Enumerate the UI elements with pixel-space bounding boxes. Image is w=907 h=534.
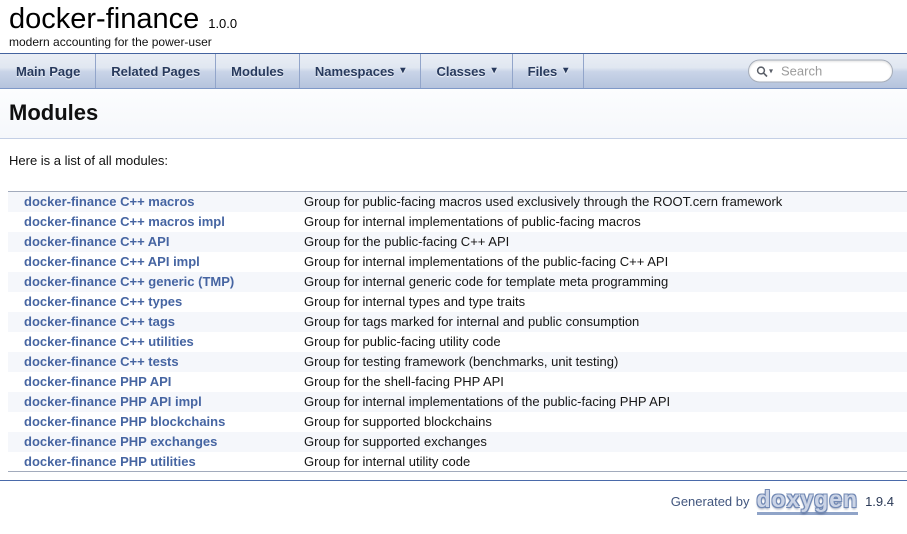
page-header: Modules: [0, 89, 907, 139]
modules-table-body: docker-finance C++ macros Group for publi…: [8, 192, 907, 472]
module-entry-cell: docker-finance PHP blockchains: [8, 412, 298, 432]
module-entry-cell: docker-finance C++ API impl: [8, 252, 298, 272]
tab-label: Related Pages: [111, 64, 200, 79]
module-description: Group for internal types and type traits: [298, 292, 907, 312]
module-entry-cell: docker-finance C++ macros: [8, 192, 298, 212]
title-area: docker-finance 1.0.0 modern accounting f…: [0, 0, 907, 53]
intro-text: Here is a list of all modules:: [9, 153, 907, 168]
module-entry-cell: docker-finance C++ tags: [8, 312, 298, 332]
project-version: 1.0.0: [208, 16, 237, 31]
tab-label: Files: [528, 64, 558, 79]
module-row: docker-finance C++ generic (TMP) Group fo…: [8, 272, 907, 292]
module-link[interactable]: docker-finance C++ generic (TMP): [24, 274, 234, 289]
module-entry-cell: docker-finance C++ utilities: [8, 332, 298, 352]
doxygen-logo[interactable]: doxygen: [757, 488, 859, 515]
module-row: docker-finance C++ utilities Group for pu…: [8, 332, 907, 352]
module-link[interactable]: docker-finance C++ utilities: [24, 334, 194, 349]
module-description: Group for internal implementations of pu…: [298, 212, 907, 232]
module-description: Group for internal implementations of th…: [298, 392, 907, 412]
chevron-down-icon: ▾: [400, 66, 405, 76]
module-description: Group for public-facing utility code: [298, 332, 907, 352]
tab-label: Main Page: [16, 64, 80, 79]
module-description: Group for public-facing macros used excl…: [298, 192, 907, 212]
module-entry-cell: docker-finance PHP utilities: [8, 452, 298, 472]
module-row: docker-finance PHP blockchains Group for …: [8, 412, 907, 432]
module-link[interactable]: docker-finance C++ types: [24, 294, 182, 309]
module-row: docker-finance PHP exchanges Group for su…: [8, 432, 907, 452]
page-title: Modules: [9, 100, 907, 126]
module-row: docker-finance C++ tests Group for testin…: [8, 352, 907, 372]
module-entry-cell: docker-finance C++ generic (TMP): [8, 272, 298, 292]
module-link[interactable]: docker-finance C++ macros impl: [24, 214, 225, 229]
module-description: Group for the shell-facing PHP API: [298, 372, 907, 392]
chevron-down-icon: ▾: [492, 66, 497, 76]
module-description: Group for testing framework (benchmarks,…: [298, 352, 907, 372]
project-brief: modern accounting for the power-user: [9, 35, 907, 51]
module-row: docker-finance PHP API impl Group for int…: [8, 392, 907, 412]
search-filter-chevron-icon[interactable]: ▾: [769, 67, 773, 76]
tab-namespaces[interactable]: Namespaces ▾: [300, 54, 422, 88]
module-entry-cell: docker-finance PHP exchanges: [8, 432, 298, 452]
tab-label: Modules: [231, 64, 284, 79]
module-row: docker-finance C++ API Group for the publ…: [8, 232, 907, 252]
module-link[interactable]: docker-finance C++ tags: [24, 314, 175, 329]
module-link[interactable]: docker-finance C++ tests: [24, 354, 179, 369]
module-link[interactable]: docker-finance PHP utilities: [24, 454, 196, 469]
module-link[interactable]: docker-finance PHP API: [24, 374, 171, 389]
module-link[interactable]: docker-finance C++ macros: [24, 194, 195, 209]
module-row: docker-finance C++ tags Group for tags ma…: [8, 312, 907, 332]
module-description: Group for supported blockchains: [298, 412, 907, 432]
module-link[interactable]: docker-finance PHP blockchains: [24, 414, 225, 429]
module-row: docker-finance PHP API Group for the shel…: [8, 372, 907, 392]
tab-related-pages[interactable]: Related Pages: [96, 54, 216, 88]
tab-modules[interactable]: Modules: [216, 54, 300, 88]
module-row: docker-finance C++ API impl Group for int…: [8, 252, 907, 272]
module-link[interactable]: docker-finance PHP API impl: [24, 394, 202, 409]
module-description: Group for internal utility code: [298, 452, 907, 472]
search-magnifier-icon[interactable]: ▾: [756, 65, 773, 77]
generated-by-text: Generated by: [671, 494, 750, 509]
module-description: Group for internal generic code for temp…: [298, 272, 907, 292]
module-row: docker-finance C++ macros impl Group for …: [8, 212, 907, 232]
module-link[interactable]: docker-finance C++ API: [24, 234, 169, 249]
module-link[interactable]: docker-finance PHP exchanges: [24, 434, 217, 449]
footer: Generated by doxygen 1.9.4: [0, 481, 907, 515]
tab-classes[interactable]: Classes ▾: [421, 54, 512, 88]
modules-table: docker-finance C++ macros Group for publi…: [8, 191, 907, 472]
search-box[interactable]: ▾: [748, 60, 893, 83]
generator-version: 1.9.4: [865, 494, 894, 509]
module-row: docker-finance C++ macros Group for publi…: [8, 192, 907, 212]
module-entry-cell: docker-finance C++ API: [8, 232, 298, 252]
tab-main-page[interactable]: Main Page: [0, 54, 96, 88]
module-entry-cell: docker-finance C++ macros impl: [8, 212, 298, 232]
module-row: docker-finance PHP utilities Group for in…: [8, 452, 907, 472]
tab-files[interactable]: Files ▾: [513, 54, 585, 88]
module-description: Group for the public-facing C++ API: [298, 232, 907, 252]
project-name: docker-finance: [9, 3, 199, 35]
tab-label: Classes: [436, 64, 485, 79]
module-entry-cell: docker-finance C++ tests: [8, 352, 298, 372]
nav-bar: Main Page Related Pages Modules Namespaces ▾…: [0, 53, 907, 89]
module-row: docker-finance C++ types Group for intern…: [8, 292, 907, 312]
tab-label: Namespaces: [315, 64, 395, 79]
module-entry-cell: docker-finance PHP API impl: [8, 392, 298, 412]
module-entry-cell: docker-finance C++ types: [8, 292, 298, 312]
module-description: Group for internal implementations of th…: [298, 252, 907, 272]
chevron-down-icon: ▾: [563, 66, 568, 76]
module-description: Group for supported exchanges: [298, 432, 907, 452]
module-link[interactable]: docker-finance C++ API impl: [24, 254, 200, 269]
contents: Here is a list of all modules: docker-fi…: [0, 153, 907, 472]
module-description: Group for tags marked for internal and p…: [298, 312, 907, 332]
search-input[interactable]: [779, 63, 884, 80]
module-entry-cell: docker-finance PHP API: [8, 372, 298, 392]
